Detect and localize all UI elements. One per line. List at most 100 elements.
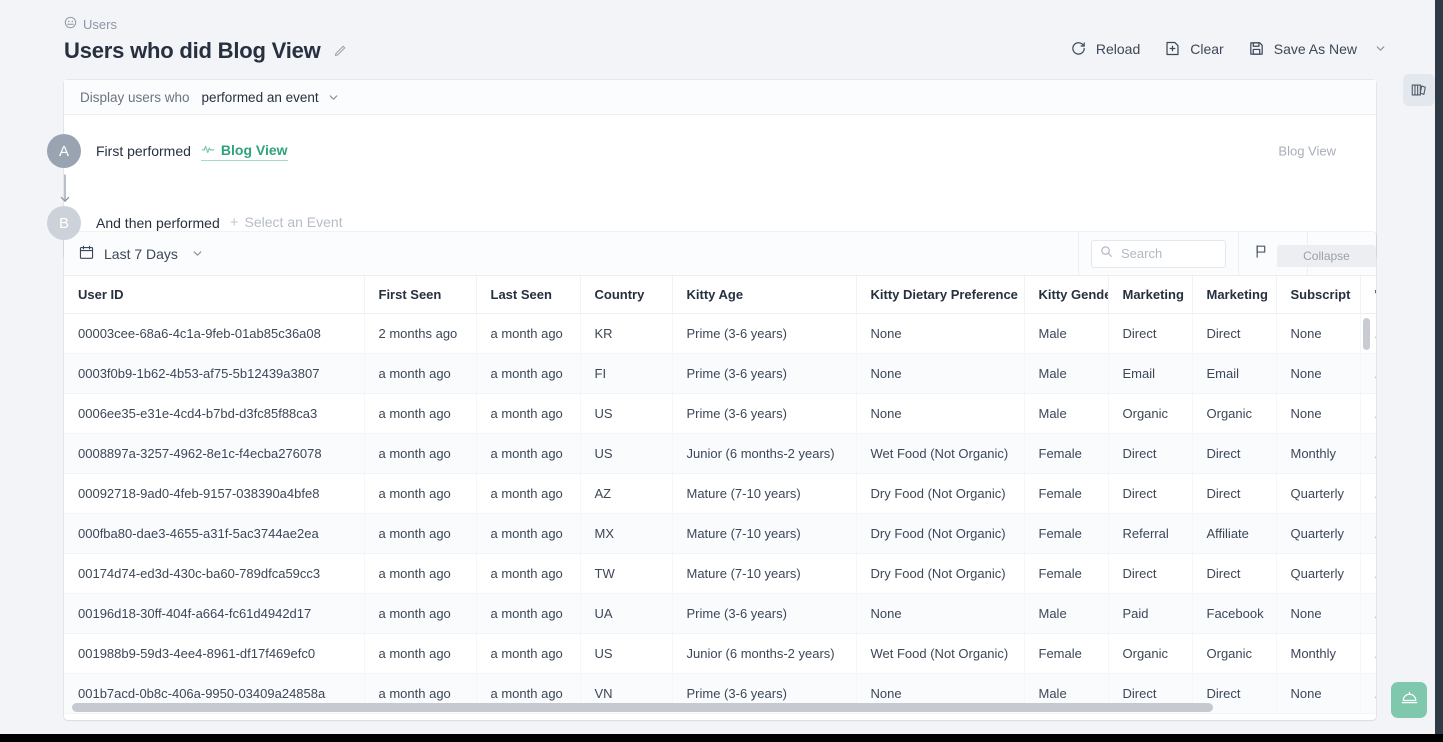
table-column-header[interactable]: Kitty Age [672, 276, 857, 314]
table-cell: a month ago [364, 513, 477, 554]
chevron-down-icon [191, 247, 204, 260]
display-users-who-label: Display users who [80, 89, 190, 105]
table-column-header[interactable]: Country [580, 276, 673, 314]
table-row[interactable]: 0008897a-3257-4962-8e1c-f4ecba276078 a mo… [64, 433, 1376, 474]
step-badge-a: A [47, 134, 81, 168]
table-cell: a month ago [364, 593, 477, 634]
table-cell: Direct [1108, 553, 1193, 594]
table-column-header[interactable]: Kitty Dietary Preference [856, 276, 1025, 314]
pencil-icon[interactable] [333, 44, 347, 58]
table-cell: 00174d74-ed3d-430c-ba60-789dfca59cc3 [64, 553, 365, 594]
event-type-select[interactable]: performed an event [190, 90, 340, 105]
table-columns-icon[interactable] [1403, 74, 1435, 106]
table-column-header[interactable]: Last Seen [476, 276, 581, 314]
table-cell: UA [580, 593, 673, 634]
reload-label: Reload [1095, 40, 1141, 57]
file-plus-icon [1164, 40, 1181, 57]
search-box[interactable] [1091, 239, 1226, 268]
table-column-header[interactable]: Marketing [1192, 276, 1277, 314]
table-cell: None [856, 313, 1025, 354]
table-cell: None [1276, 353, 1361, 394]
floppy-disk-icon [1248, 40, 1265, 57]
step-a-event-link[interactable]: Blog View [200, 142, 288, 161]
table-column-header[interactable]: Marketing [1108, 276, 1193, 314]
table-column-header[interactable]: Kitty Gende [1024, 276, 1109, 314]
step-badge-b: B [47, 206, 81, 240]
table-cell: Mature (7-10 years) [672, 513, 857, 554]
search-input[interactable] [1121, 246, 1217, 261]
step-a-text: First performed [96, 143, 191, 159]
table-cell: Affiliate [1192, 513, 1277, 554]
table-column-header[interactable]: User ID [64, 276, 365, 314]
table-row[interactable]: 00196d18-30ff-404f-a664-fc61d4942d17 a mo… [64, 593, 1376, 634]
date-range-picker[interactable]: Last 7 Days [64, 232, 218, 275]
table-cell: a month ago [476, 313, 581, 354]
query-step-a: A First performed Blog View Blog View [47, 115, 1376, 202]
table-cell: a month ago [364, 393, 477, 434]
table-cell: Direct [1192, 313, 1277, 354]
refresh-icon [1070, 40, 1087, 57]
bottom-edge-strip [0, 734, 1443, 742]
activity-pulse-icon [201, 142, 215, 159]
reload-button[interactable]: Reload [1070, 40, 1140, 57]
table-cell: Direct [1108, 473, 1193, 514]
table-cell: Wet Food (Not Organic) [856, 633, 1025, 674]
table-cell: Quarterly [1276, 553, 1361, 594]
table-cell: Mature (7-10 years) [672, 553, 857, 594]
table-cell: a month ago [364, 473, 477, 514]
table-cell: a month ago [476, 633, 581, 674]
horizontal-scrollbar[interactable] [72, 703, 1368, 712]
collapse-button[interactable]: Collapse [1277, 245, 1376, 267]
table-cell: Wet Food (Not Organic) [856, 433, 1025, 474]
table-cell: . [1360, 433, 1376, 474]
clear-button[interactable]: Clear [1164, 40, 1224, 57]
chevron-down-icon[interactable] [1374, 42, 1387, 55]
table-cell: Male [1024, 593, 1109, 634]
table-row[interactable]: 0003f0b9-1b62-4b53-af75-5b12439a3807 a mo… [64, 353, 1376, 394]
horizontal-scrollbar-thumb[interactable] [72, 703, 1213, 712]
table-column-header[interactable]: Subscript [1276, 276, 1361, 314]
table-row[interactable]: 001988b9-59d3-4ee4-8961-df17f469efc0 a mo… [64, 633, 1376, 674]
table-cell: Female [1024, 553, 1109, 594]
table-row[interactable]: 0006ee35-e31e-4cd4-b7bd-d3fc85f88ca3 a mo… [64, 393, 1376, 434]
table-cell: a month ago [364, 633, 477, 674]
table-cell: Organic [1192, 633, 1277, 674]
table-column-header[interactable]: ' [1360, 276, 1376, 314]
table-cell: US [580, 633, 673, 674]
table-cell: None [856, 393, 1025, 434]
support-bell-button[interactable] [1391, 682, 1427, 718]
table-cell: . [1360, 593, 1376, 634]
save-as-new-button[interactable]: Save As New [1248, 40, 1387, 57]
flag-icon [1253, 243, 1270, 265]
table-cell: a month ago [476, 513, 581, 554]
results-table-card: Last 7 Days Search User ID First Seen La… [64, 232, 1376, 720]
table-cell: Male [1024, 313, 1109, 354]
table-cell: Monthly [1276, 633, 1361, 674]
results-table: User ID First Seen Last Seen Country Kitty A… [64, 276, 1376, 714]
save-as-new-label: Save As New [1273, 40, 1357, 57]
table-cell: Female [1024, 473, 1109, 514]
table-row[interactable]: 00003cee-68a6-4c1a-9feb-01ab85c36a08 2 mo… [64, 313, 1376, 354]
table-cell: . [1360, 553, 1376, 594]
search-area [1078, 232, 1238, 275]
table-column-header[interactable]: First Seen [364, 276, 477, 314]
table-cell: Prime (3-6 years) [672, 313, 857, 354]
table-row[interactable]: 00092718-9ad0-4feb-9157-038390a4bfe8 a mo… [64, 473, 1376, 514]
table-cell: a month ago [476, 393, 581, 434]
table-cell: Dry Food (Not Organic) [856, 513, 1025, 554]
table-toolbar: Last 7 Days [64, 232, 1376, 276]
table-cell: 00196d18-30ff-404f-a664-fc61d4942d17 [64, 593, 365, 634]
table-cell: a month ago [364, 553, 477, 594]
table-cell: Direct [1108, 313, 1193, 354]
table-scroll-area[interactable]: User ID First Seen Last Seen Country Kitty A… [64, 276, 1376, 720]
table-cell: Mature (7-10 years) [672, 473, 857, 514]
breadcrumb[interactable]: Users [64, 16, 117, 32]
table-row[interactable]: 000fba80-dae3-4655-a31f-5ac3744ae2ea a mo… [64, 513, 1376, 554]
step-b-select-event-link[interactable]: + Select an Event [229, 214, 343, 233]
table-cell: MX [580, 513, 673, 554]
table-cell: a month ago [364, 353, 477, 394]
table-cell: Junior (6 months-2 years) [672, 633, 857, 674]
table-cell: Prime (3-6 years) [672, 593, 857, 634]
table-row[interactable]: 00174d74-ed3d-430c-ba60-789dfca59cc3 a mo… [64, 553, 1376, 594]
date-range-label: Last 7 Days [104, 245, 178, 262]
